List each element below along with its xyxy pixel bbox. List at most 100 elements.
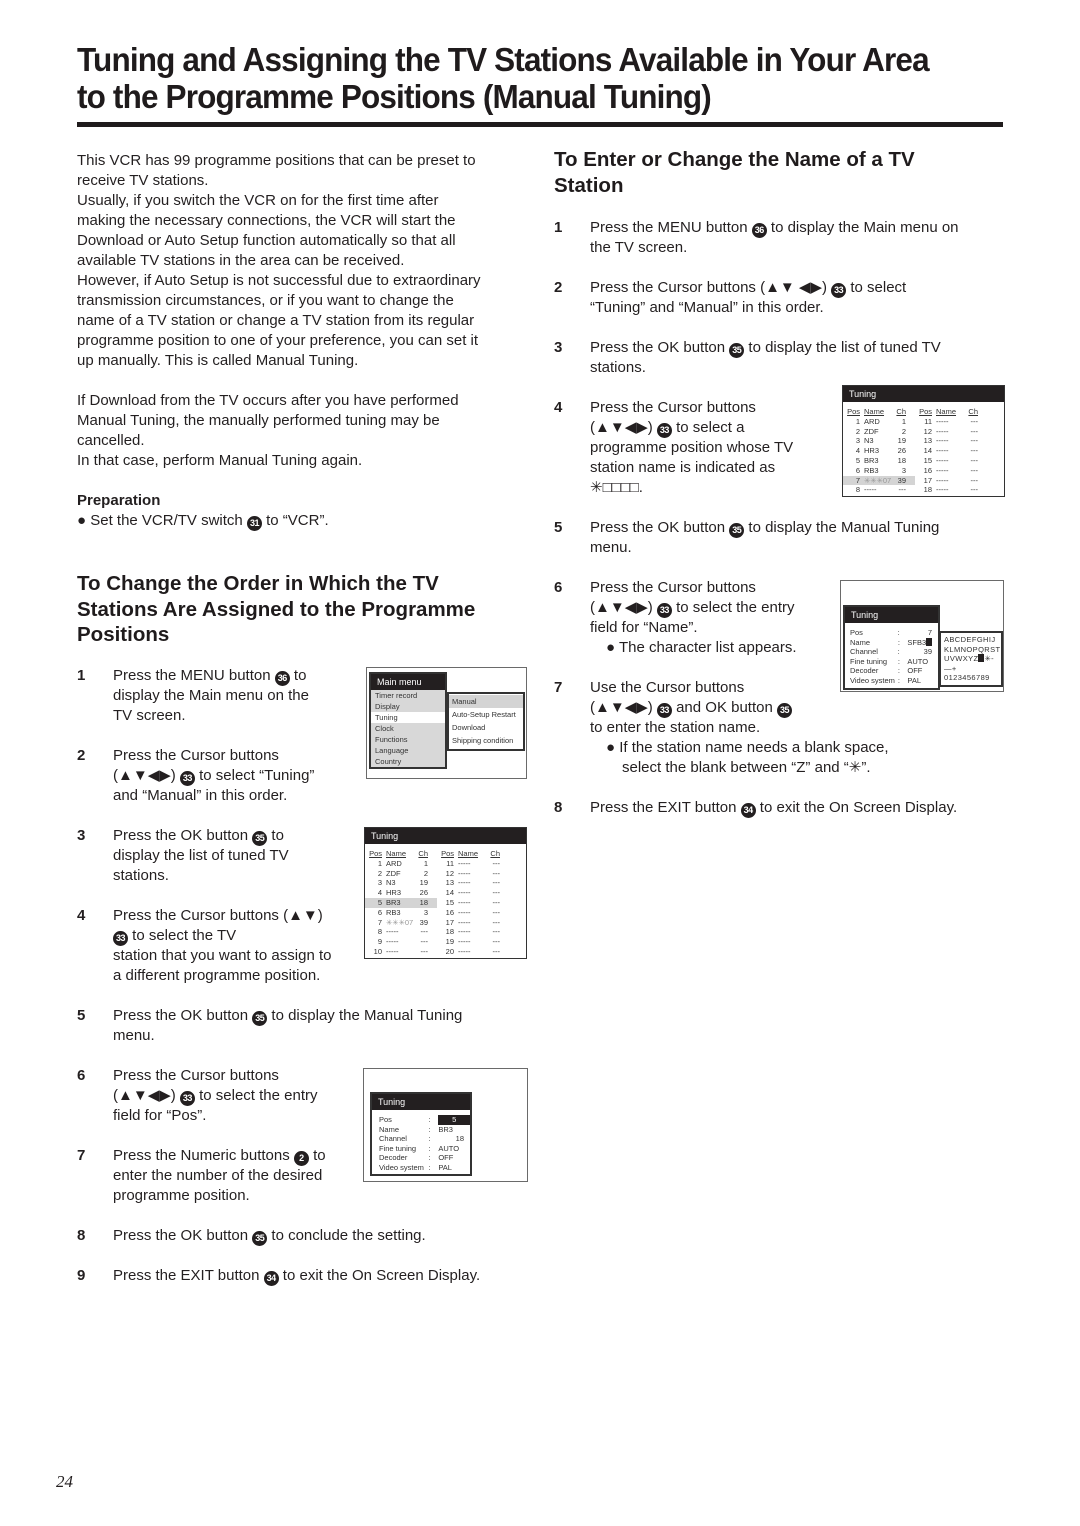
- main-menu-item[interactable]: Display: [371, 701, 445, 712]
- charlist-row-4[interactable]: 0123456789: [944, 673, 998, 683]
- step-number: 3: [554, 339, 563, 356]
- button-reference-badge: 36: [274, 670, 290, 686]
- field-video-system[interactable]: Video system: PAL: [850, 676, 938, 686]
- field-fine-tuning[interactable]: Fine tuning: AUTO: [850, 657, 938, 667]
- field-value: OFF: [438, 1153, 454, 1162]
- station-row[interactable]: 4 HR3 26 14 ----- ---: [365, 888, 526, 898]
- text-line: up manually. This is called Manual Tunin…: [77, 352, 359, 369]
- main-menu-item[interactable]: Language: [371, 745, 445, 756]
- station-row[interactable]: 9--------19--------: [843, 495, 1004, 496]
- preparation-bullet: ● Set the VCR/TV switch 31 to “VCR”.: [77, 512, 329, 531]
- field-value: OFF: [907, 666, 923, 675]
- station-pos: 9: [377, 937, 382, 947]
- station-row[interactable]: 2 ZDF 2 12 ----- ---: [843, 427, 1004, 437]
- station-ch: ---: [964, 495, 979, 496]
- intro-paragraph-2: If Download from the TV occurs after you…: [77, 391, 532, 471]
- station-row[interactable]: 7 ✳✳✳07 39 17 ----- ---: [843, 475, 1004, 486]
- station-ch: ---: [492, 858, 501, 868]
- steps-enter-name: 1 Press the MENU button 36 to display the…: [554, 218, 1009, 818]
- field-decoder[interactable]: Decoder: OFF: [850, 666, 938, 676]
- button-reference-badge: 33: [656, 703, 672, 718]
- charlist-row-3[interactable]: UVWXYZ ✳-—+: [944, 654, 998, 673]
- station-row[interactable]: 1 ARD 1 11 ----- ---: [365, 859, 526, 869]
- station-row[interactable]: 1 ARD 1 11 ----- ---: [843, 417, 1004, 427]
- station-ch: ---: [492, 897, 501, 907]
- station-row[interactable]: 3 N3 19 13 ----- ---: [843, 436, 1004, 446]
- station-name: -----: [936, 475, 949, 485]
- step-number: 6: [554, 579, 563, 596]
- tuning-submenu-item[interactable]: Shipping condition: [449, 734, 523, 747]
- station-row[interactable]: 6 RB3 3 16 ----- ---: [843, 466, 1004, 476]
- text-line: and “Manual” in this order.: [113, 786, 288, 804]
- main-menu-item[interactable]: Timer record: [371, 690, 445, 701]
- station-row[interactable]: 10 ----- --- 20 ----- ---: [365, 947, 526, 957]
- field-channel[interactable]: Channel: 18: [379, 1134, 470, 1144]
- step-8: 8 Press the OK button 35 to conclude the …: [77, 1226, 532, 1246]
- charlist-row-1[interactable]: ABCDEFGHIJ: [944, 635, 998, 645]
- station-ch: ---: [970, 485, 979, 495]
- field-fine-tuning[interactable]: Fine tuning: AUTO: [379, 1144, 470, 1154]
- station-row[interactable]: 4 HR3 26 14 ----- ---: [843, 446, 1004, 456]
- step-number: 7: [554, 679, 563, 696]
- step-number: 8: [554, 799, 563, 816]
- station-name: BR3: [864, 455, 879, 465]
- station-pos: 11: [446, 858, 454, 868]
- field-name[interactable]: Name: SFB3: [850, 637, 938, 648]
- tuning-submenu-item[interactable]: Manual: [449, 695, 523, 708]
- text-line: programme position to one of your prefer…: [77, 332, 479, 349]
- station-name: -----: [936, 455, 949, 465]
- station-row[interactable]: 8 ----- --- 18 ----- ---: [843, 485, 1004, 495]
- station-row[interactable]: 6 RB3 3 16 ----- ---: [365, 908, 526, 918]
- tuning-submenu-item[interactable]: Download: [449, 721, 523, 734]
- station-row[interactable]: 7 ✳✳✳07 39 17 ----- ---: [365, 918, 526, 928]
- station-pos: 16: [445, 907, 454, 917]
- station-name: -----: [936, 446, 949, 456]
- field-video-system[interactable]: Video system: PAL: [379, 1163, 470, 1173]
- station-name: BR3: [386, 897, 401, 907]
- main-menu-item[interactable]: Functions: [371, 734, 445, 745]
- charlist-row-2[interactable]: KLMNOPQRST: [944, 645, 1000, 655]
- station-row[interactable]: 3 N3 19 13 ----- ---: [365, 878, 526, 888]
- manual-tuning-name-header: Tuning: [845, 607, 938, 623]
- station-ch: ---: [420, 946, 429, 956]
- text-line: To Change the Order in Which the TV: [77, 572, 439, 595]
- field-label: Name: [850, 637, 871, 647]
- step-number: 9: [77, 1266, 86, 1284]
- text-line: This VCR has 99 programme positions that…: [77, 152, 476, 169]
- text-line: cancelled.: [77, 432, 145, 449]
- station-ch: ---: [898, 485, 907, 495]
- station-row[interactable]: 5 BR3 18 15 ----- ---: [365, 897, 526, 908]
- field-label: Channel: [850, 647, 878, 656]
- field-label: Video system: [850, 675, 895, 685]
- step-number: 1: [554, 219, 563, 236]
- field-value: BR3: [438, 1124, 453, 1134]
- text-line: making the necessary connections, the VC…: [77, 212, 456, 229]
- station-name: -----: [936, 465, 949, 475]
- main-menu-item[interactable]: Tuning: [371, 712, 445, 723]
- station-row[interactable]: 5 BR3 18 15 ----- ---: [843, 456, 1004, 466]
- field-name[interactable]: Name: BR3: [379, 1125, 470, 1135]
- button-reference-badge: 34: [263, 1270, 279, 1286]
- station-pos: 4: [855, 446, 860, 456]
- field-decoder[interactable]: Decoder: OFF: [379, 1153, 470, 1163]
- main-menu-item[interactable]: Country: [371, 756, 445, 767]
- field-pos[interactable]: Pos:5: [379, 1115, 470, 1125]
- station-name: -----: [936, 485, 949, 495]
- main-menu-item[interactable]: Clock: [371, 723, 445, 734]
- station-ch: ---: [970, 446, 979, 456]
- station-row[interactable]: 9--------19--------: [365, 937, 526, 947]
- station-ch: ---: [492, 917, 501, 927]
- field-channel[interactable]: Channel: 39: [850, 647, 938, 657]
- station-ch: 39: [897, 475, 906, 485]
- station-row[interactable]: 8 ----- --- 18 ----- ---: [365, 927, 526, 937]
- osd-station-list-left: Tuning Pos Name Ch Pos Name Ch 1 ARD 1 11 ----- ---…: [364, 827, 527, 959]
- col-header-ch: Ch: [896, 407, 906, 416]
- field-pos[interactable]: Pos: 7: [850, 628, 938, 638]
- step-8: 8 Press the EXIT button 34 to exit the On…: [554, 798, 1009, 818]
- button-reference-badge: 35: [252, 830, 268, 846]
- station-row[interactable]: 2 ZDF 2 12 ----- ---: [365, 869, 526, 879]
- station-ch: ---: [420, 937, 429, 947]
- field-colon: :: [428, 1162, 431, 1172]
- station-ch: 1: [901, 416, 906, 426]
- tuning-submenu-item[interactable]: Auto-Setup Restart: [449, 708, 523, 721]
